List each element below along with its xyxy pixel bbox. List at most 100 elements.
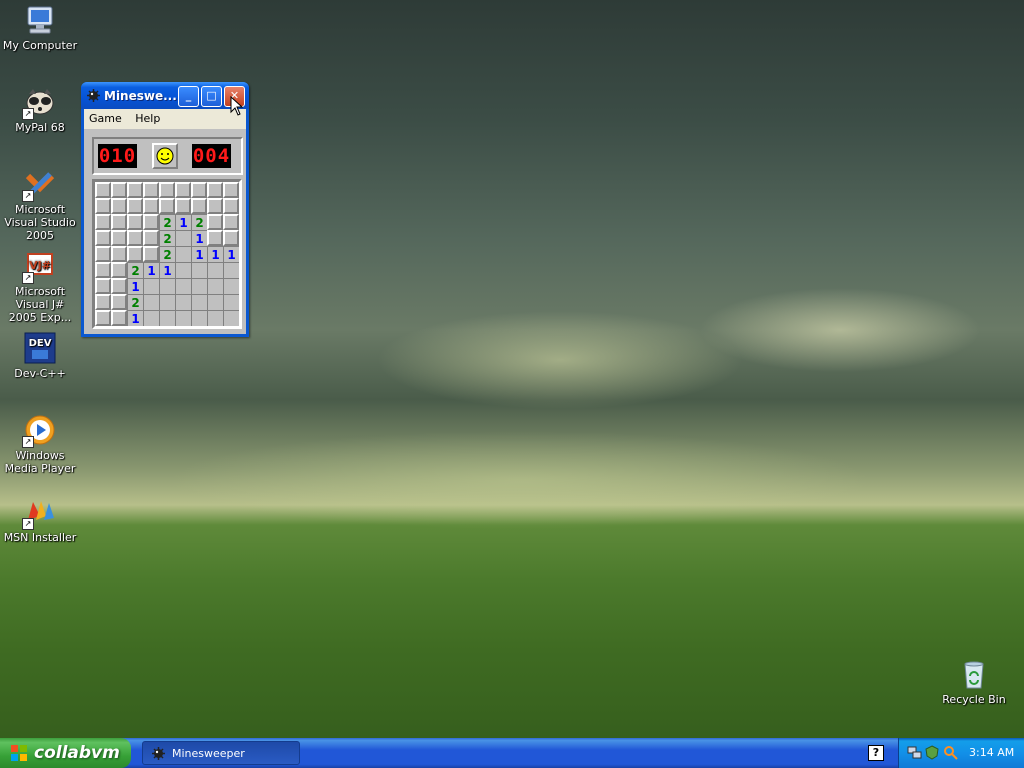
grid-cell[interactable] bbox=[95, 198, 111, 214]
grid-cell[interactable]: 2 bbox=[159, 230, 175, 246]
search-icon[interactable] bbox=[943, 745, 958, 760]
desktop-icon-media-player[interactable]: ↗ Windows Media Player bbox=[0, 414, 80, 475]
grid-cell[interactable]: 1 bbox=[207, 246, 223, 262]
grid-cell[interactable] bbox=[175, 278, 191, 294]
grid-cell[interactable] bbox=[127, 246, 143, 262]
grid-cell[interactable] bbox=[111, 294, 127, 310]
grid-cell[interactable] bbox=[127, 198, 143, 214]
grid-cell[interactable] bbox=[143, 246, 159, 262]
taskbar-button-minesweeper[interactable]: Minesweeper bbox=[142, 741, 300, 765]
reset-button[interactable] bbox=[152, 143, 178, 169]
grid-cell[interactable] bbox=[143, 278, 159, 294]
grid-cell[interactable] bbox=[111, 198, 127, 214]
grid-cell[interactable] bbox=[191, 310, 207, 326]
grid-cell[interactable]: 2 bbox=[159, 246, 175, 262]
grid-cell[interactable]: 1 bbox=[159, 262, 175, 278]
grid-cell[interactable]: 1 bbox=[127, 278, 143, 294]
minimize-button[interactable]: _ bbox=[178, 86, 199, 107]
mine-field[interactable]: 212212111211121 bbox=[92, 179, 242, 329]
help-icon[interactable]: ? bbox=[868, 745, 884, 761]
grid-cell[interactable] bbox=[111, 278, 127, 294]
desktop-icon-visual-studio[interactable]: ↗ Microsoft Visual Studio 2005 bbox=[0, 168, 80, 242]
grid-cell[interactable] bbox=[95, 278, 111, 294]
grid-cell[interactable] bbox=[127, 214, 143, 230]
grid-cell[interactable]: 2 bbox=[127, 262, 143, 278]
desktop-icon-my-computer[interactable]: My Computer bbox=[0, 4, 80, 52]
grid-cell[interactable] bbox=[95, 246, 111, 262]
grid-cell[interactable] bbox=[95, 310, 111, 326]
grid-cell[interactable] bbox=[159, 182, 175, 198]
start-button[interactable]: collabvm bbox=[0, 738, 131, 768]
minesweeper-window[interactable]: Mineswe... _ □ ✕ Game Help 010 004 21221… bbox=[81, 82, 249, 337]
desktop-icon-mypal[interactable]: ↗ MyPal 68 bbox=[0, 86, 80, 134]
desktop-icon-vjsharp[interactable]: VJ# ↗ Microsoft Visual J# 2005 Exp... bbox=[0, 250, 80, 324]
grid-cell[interactable] bbox=[223, 182, 239, 198]
grid-cell[interactable] bbox=[175, 246, 191, 262]
grid-cell[interactable] bbox=[111, 262, 127, 278]
maximize-button[interactable]: □ bbox=[201, 86, 222, 107]
grid-cell[interactable] bbox=[95, 294, 111, 310]
grid-cell[interactable] bbox=[175, 262, 191, 278]
grid-cell[interactable] bbox=[207, 262, 223, 278]
grid-cell[interactable]: 1 bbox=[191, 246, 207, 262]
grid-cell[interactable] bbox=[175, 294, 191, 310]
grid-cell[interactable] bbox=[223, 278, 239, 294]
grid-cell[interactable] bbox=[143, 310, 159, 326]
grid-cell[interactable] bbox=[111, 182, 127, 198]
security-icon[interactable] bbox=[925, 745, 940, 760]
grid-cell[interactable]: 1 bbox=[143, 262, 159, 278]
grid-cell[interactable] bbox=[191, 182, 207, 198]
grid-cell[interactable] bbox=[95, 214, 111, 230]
grid-cell[interactable] bbox=[111, 230, 127, 246]
grid-cell[interactable] bbox=[111, 246, 127, 262]
grid-cell[interactable] bbox=[207, 182, 223, 198]
grid-cell[interactable] bbox=[143, 214, 159, 230]
clock[interactable]: 3:14 AM bbox=[969, 746, 1014, 759]
grid-cell[interactable] bbox=[95, 262, 111, 278]
grid-cell[interactable] bbox=[95, 230, 111, 246]
grid-cell[interactable] bbox=[223, 262, 239, 278]
grid-cell[interactable] bbox=[159, 278, 175, 294]
grid-cell[interactable] bbox=[223, 310, 239, 326]
grid-cell[interactable] bbox=[143, 182, 159, 198]
grid-cell[interactable] bbox=[191, 294, 207, 310]
grid-cell[interactable] bbox=[207, 294, 223, 310]
grid-cell[interactable] bbox=[143, 198, 159, 214]
grid-cell[interactable] bbox=[127, 182, 143, 198]
grid-cell[interactable]: 1 bbox=[175, 214, 191, 230]
menu-help[interactable]: Help bbox=[130, 109, 165, 125]
grid-cell[interactable] bbox=[191, 198, 207, 214]
grid-cell[interactable] bbox=[143, 294, 159, 310]
menu-game[interactable]: Game bbox=[84, 109, 127, 125]
grid-cell[interactable]: 1 bbox=[127, 310, 143, 326]
grid-cell[interactable] bbox=[207, 198, 223, 214]
grid-cell[interactable] bbox=[175, 198, 191, 214]
desktop-icon-recycle-bin[interactable]: Recycle Bin bbox=[934, 658, 1014, 706]
grid-cell[interactable]: 2 bbox=[191, 214, 207, 230]
grid-cell[interactable]: 2 bbox=[159, 214, 175, 230]
title-bar[interactable]: Mineswe... _ □ ✕ bbox=[81, 82, 249, 109]
grid-cell[interactable] bbox=[175, 310, 191, 326]
grid-cell[interactable] bbox=[143, 230, 159, 246]
grid-cell[interactable] bbox=[223, 294, 239, 310]
grid-cell[interactable] bbox=[223, 214, 239, 230]
grid-cell[interactable]: 1 bbox=[191, 230, 207, 246]
grid-cell[interactable] bbox=[127, 230, 143, 246]
grid-cell[interactable] bbox=[159, 294, 175, 310]
grid-cell[interactable]: 2 bbox=[127, 294, 143, 310]
grid-cell[interactable] bbox=[175, 230, 191, 246]
grid-cell[interactable] bbox=[207, 230, 223, 246]
grid-cell[interactable] bbox=[175, 182, 191, 198]
network-icon[interactable] bbox=[907, 745, 922, 760]
grid-cell[interactable] bbox=[191, 278, 207, 294]
grid-cell[interactable] bbox=[111, 214, 127, 230]
desktop-icon-devcpp[interactable]: DEV Dev-C++ bbox=[0, 332, 80, 380]
grid-cell[interactable] bbox=[191, 262, 207, 278]
grid-cell[interactable] bbox=[207, 278, 223, 294]
desktop-icon-msn[interactable]: ↗ MSN Installer bbox=[0, 496, 80, 544]
grid-cell[interactable] bbox=[207, 310, 223, 326]
grid-cell[interactable] bbox=[207, 214, 223, 230]
grid-cell[interactable] bbox=[223, 198, 239, 214]
grid-cell[interactable] bbox=[223, 230, 239, 246]
grid-cell[interactable] bbox=[159, 310, 175, 326]
